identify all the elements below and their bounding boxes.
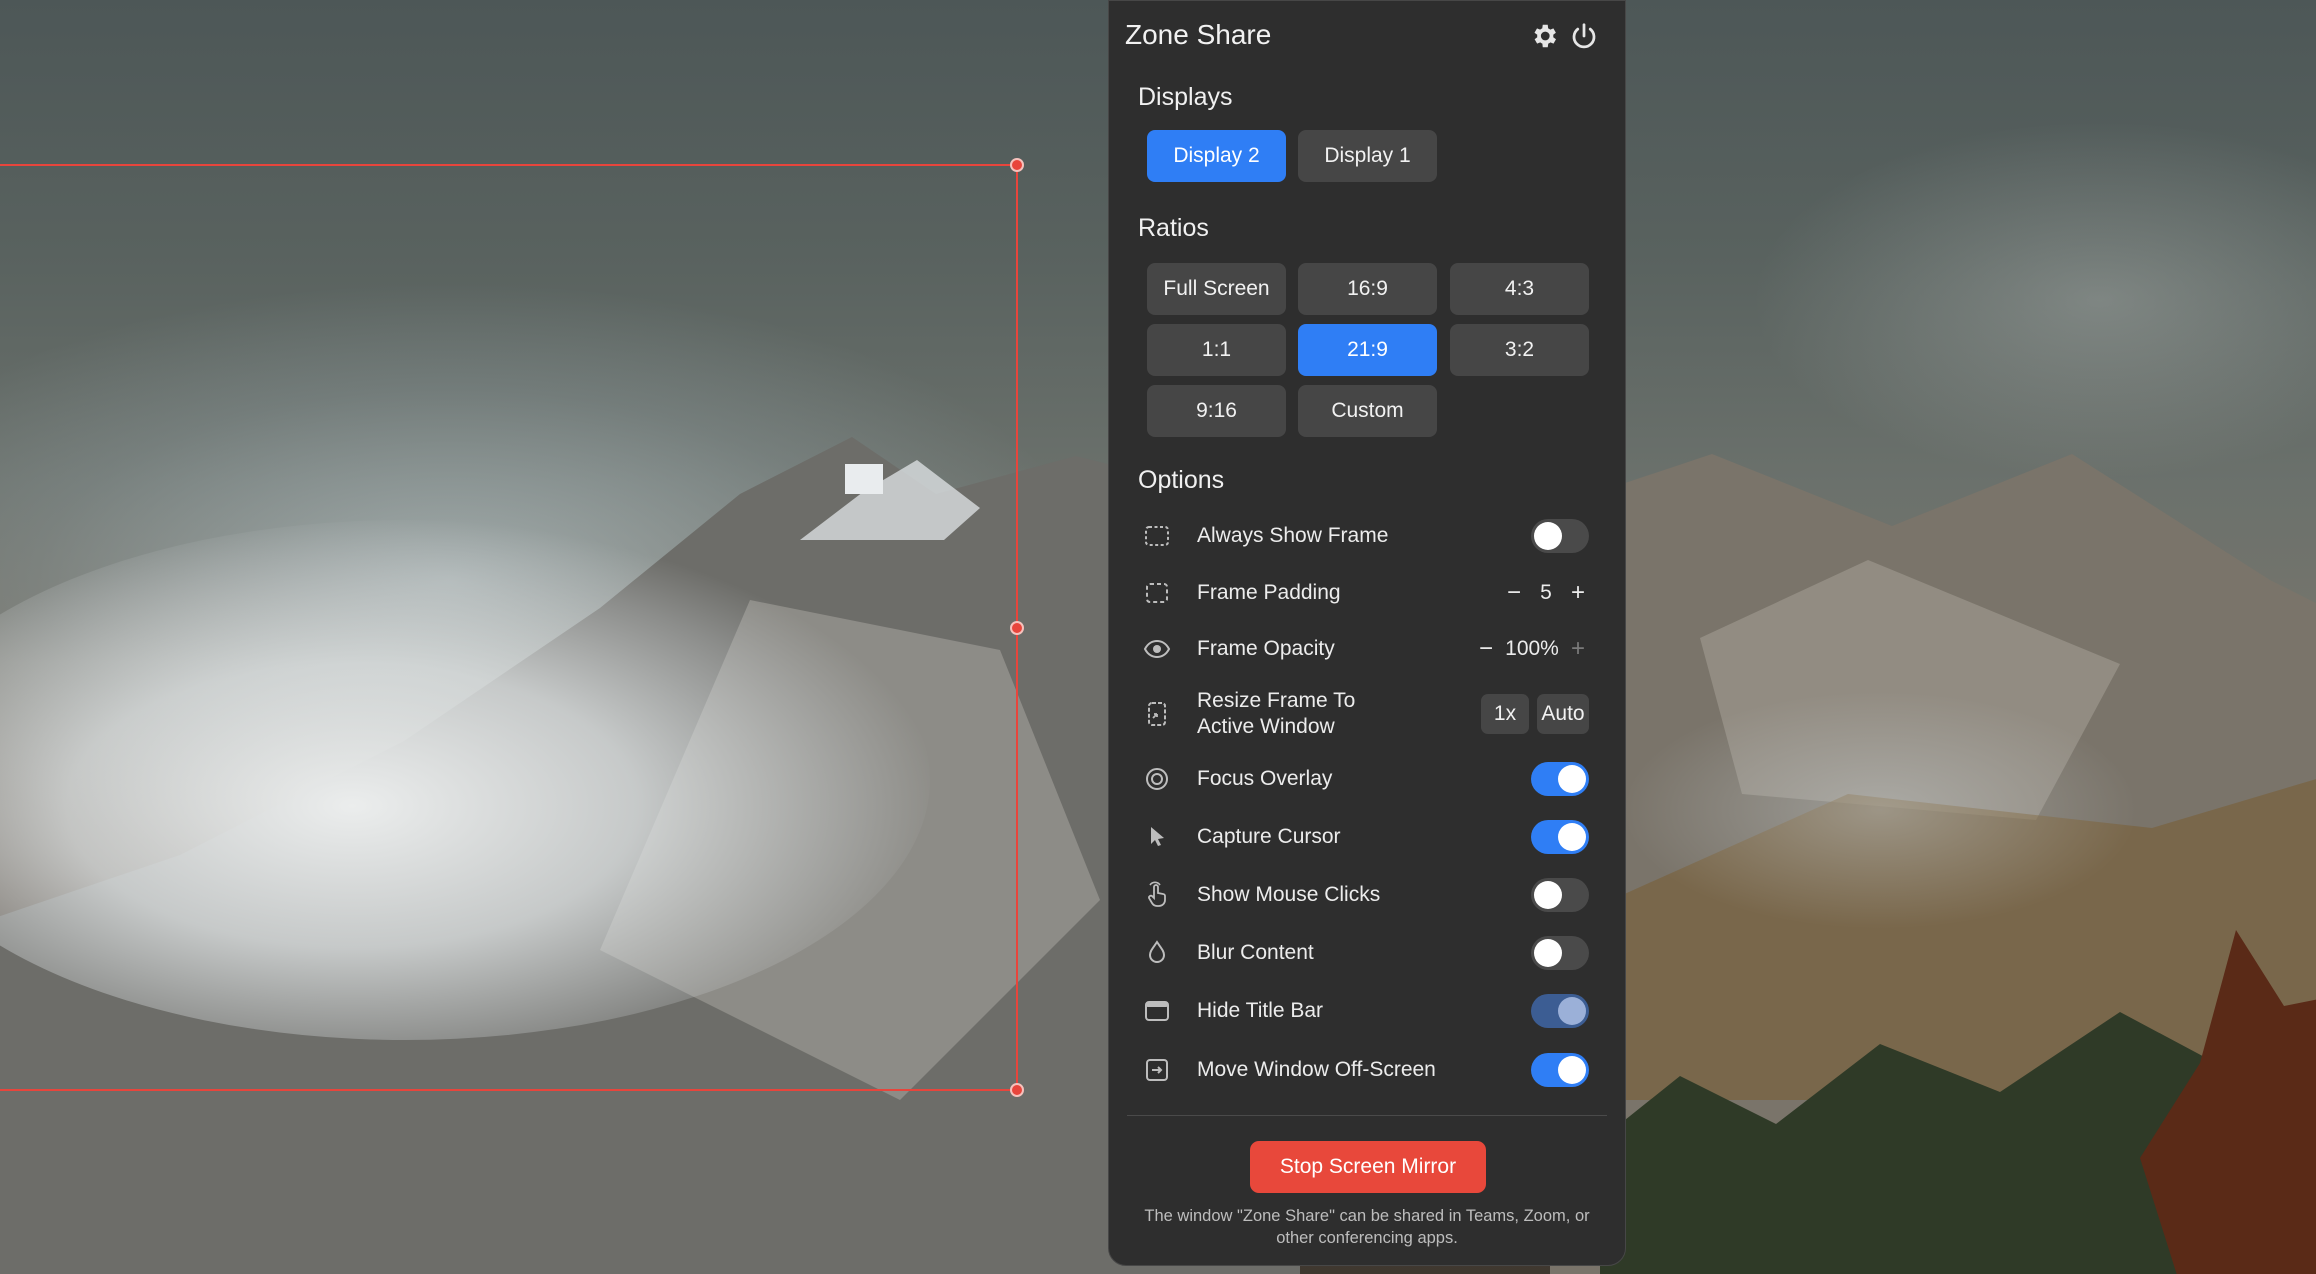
option-frame-padding: Frame Padding − 5 + — [1143, 567, 1589, 619]
option-label: Frame Opacity — [1197, 637, 1335, 660]
ratio-16-9-button[interactable]: 16:9 — [1298, 263, 1437, 315]
decrement-button[interactable]: − — [1503, 579, 1525, 607]
option-label: Capture Cursor — [1197, 825, 1341, 848]
option-label: Show Mouse Clicks — [1197, 883, 1381, 906]
sharing-note: The window "Zone Share" can be shared in… — [1144, 1207, 1590, 1247]
show-mouse-clicks-toggle[interactable] — [1531, 878, 1589, 912]
option-label: Move Window Off-Screen — [1197, 1058, 1436, 1081]
increment-button[interactable]: + — [1567, 635, 1589, 663]
droplet-icon — [1143, 939, 1171, 967]
display-2-button[interactable]: Display 2 — [1147, 130, 1286, 182]
stop-screen-mirror-button[interactable]: Stop Screen Mirror — [1250, 1141, 1486, 1193]
eye-icon — [1143, 635, 1171, 663]
display-1-button[interactable]: Display 1 — [1298, 130, 1437, 182]
always-show-frame-toggle[interactable] — [1531, 519, 1589, 553]
capture-frame[interactable] — [0, 158, 1024, 1097]
app-title: Zone Share — [1125, 19, 1272, 50]
hand-click-icon — [1143, 881, 1171, 909]
option-show-mouse-clicks: Show Mouse Clicks — [1143, 869, 1589, 921]
move-window-offscreen-toggle[interactable] — [1531, 1053, 1589, 1087]
dashed-frame-icon — [1143, 522, 1171, 550]
option-frame-opacity: Frame Opacity − 100% + — [1143, 623, 1589, 675]
resize-handle-top-right[interactable] — [1010, 158, 1024, 172]
frame-opacity-value: 100% — [1505, 637, 1559, 660]
decrement-button[interactable]: − — [1475, 635, 1497, 663]
ratio-3-2-button[interactable]: 3:2 — [1450, 324, 1589, 376]
hide-title-bar-toggle[interactable] — [1531, 994, 1589, 1028]
window-icon — [1143, 997, 1171, 1025]
ratios-heading: Ratios — [1138, 214, 1209, 242]
option-label: Resize Frame To Active Window — [1197, 688, 1355, 740]
displays-heading: Displays — [1138, 83, 1233, 111]
option-label: Hide Title Bar — [1197, 999, 1324, 1022]
option-move-window-offscreen: Move Window Off-Screen — [1143, 1044, 1589, 1096]
zone-share-panel: Zone Share Displays Display 2 Display 1 … — [1108, 0, 1626, 1266]
gear-icon[interactable] — [1529, 21, 1559, 51]
resize-handle-right[interactable] — [1010, 621, 1024, 635]
divider — [1127, 1115, 1607, 1116]
option-label: Frame Padding — [1197, 581, 1341, 604]
move-out-icon — [1143, 1056, 1171, 1084]
ratio-9-16-button[interactable]: 9:16 — [1147, 385, 1286, 437]
option-focus-overlay: Focus Overlay — [1143, 753, 1589, 805]
option-label-line2: Active Window — [1197, 715, 1335, 738]
options-heading: Options — [1138, 466, 1225, 494]
frame-padding-stepper: − 5 + — [1503, 576, 1589, 610]
capture-cursor-toggle[interactable] — [1531, 820, 1589, 854]
frame-padding-value: 5 — [1540, 581, 1552, 604]
option-label-line1: Resize Frame To — [1197, 689, 1356, 712]
title-bar: Zone Share — [1125, 15, 1609, 53]
ratio-4-3-button[interactable]: 4:3 — [1450, 263, 1589, 315]
ratio-custom-button[interactable]: Custom — [1298, 385, 1437, 437]
ratio-full-screen-button[interactable]: Full Screen — [1147, 263, 1286, 315]
option-hide-title-bar: Hide Title Bar — [1143, 985, 1589, 1037]
focus-overlay-toggle[interactable] — [1531, 762, 1589, 796]
target-icon — [1143, 765, 1171, 793]
option-resize-frame: Resize Frame To Active Window 1x Auto — [1143, 686, 1589, 742]
increment-button[interactable]: + — [1567, 579, 1589, 607]
option-blur-content: Blur Content — [1143, 927, 1589, 979]
blur-content-toggle[interactable] — [1531, 936, 1589, 970]
option-label: Focus Overlay — [1197, 767, 1333, 790]
resize-icon — [1143, 700, 1171, 728]
resize-handle-bottom-right[interactable] — [1010, 1083, 1024, 1097]
option-capture-cursor: Capture Cursor — [1143, 811, 1589, 863]
ratio-21-9-button[interactable]: 21:9 — [1298, 324, 1437, 376]
cloud — [1750, 120, 2316, 480]
power-icon[interactable] — [1569, 21, 1599, 51]
padding-frame-icon — [1143, 579, 1171, 607]
ratio-1-1-button[interactable]: 1:1 — [1147, 324, 1286, 376]
cursor-icon — [1143, 823, 1171, 851]
option-always-show-frame: Always Show Frame — [1143, 510, 1589, 562]
frame-opacity-stepper: − 100% + — [1475, 632, 1589, 666]
resize-1x-button[interactable]: 1x — [1481, 694, 1529, 734]
resize-auto-button[interactable]: Auto — [1537, 694, 1589, 734]
fog — [1620, 690, 2140, 930]
option-label: Always Show Frame — [1197, 524, 1389, 547]
option-label: Blur Content — [1197, 941, 1314, 964]
